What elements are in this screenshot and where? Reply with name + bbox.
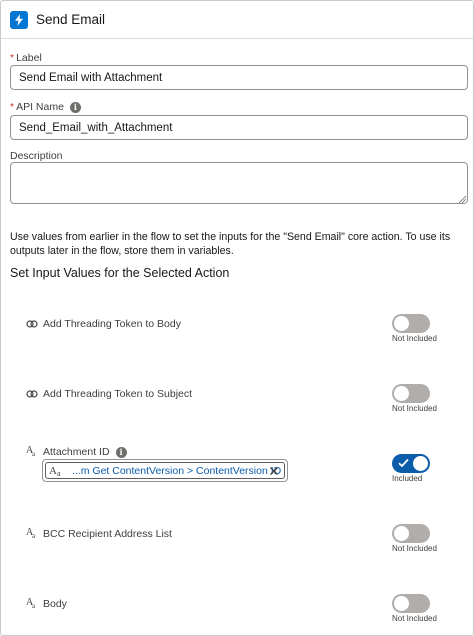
description-label-text: Description — [10, 150, 63, 162]
param-body: Aa Body — [25, 597, 67, 610]
help-text: Use values from earlier in the flow to s… — [10, 231, 451, 257]
resource-pill-label: ...m Get ContentVersion > ContentVersion… — [72, 464, 282, 477]
info-icon[interactable]: i — [115, 446, 127, 458]
description-field-label: Description — [10, 150, 63, 162]
label-input[interactable] — [10, 65, 468, 90]
description-textarea[interactable] — [10, 162, 468, 204]
panel-title: Send Email — [36, 12, 106, 27]
text-type-icon: Aa — [26, 597, 36, 610]
toggle-knob — [413, 456, 428, 471]
toggle-knob — [394, 386, 409, 401]
resource-pill[interactable]: A a ...m Get ContentVersion > ContentVer… — [45, 462, 285, 479]
param-label-text: Body — [43, 598, 67, 610]
text-type-icon: A a — [48, 464, 68, 477]
boolean-icon — [25, 320, 39, 328]
info-icon[interactable]: i — [69, 101, 81, 113]
param-label-text: Add Threading Token to Subject — [43, 388, 193, 400]
close-icon[interactable] — [269, 466, 279, 476]
api-name-label-text: API Name — [16, 101, 64, 113]
resize-grip-icon[interactable] — [459, 196, 466, 203]
toggle-add-threading-token-subject[interactable] — [392, 384, 430, 403]
check-icon — [398, 458, 409, 468]
attachment-id-input[interactable]: A a ...m Get ContentVersion > ContentVer… — [42, 459, 288, 482]
param-attachment-id: Aa Attachment ID i — [25, 445, 127, 458]
label-field-label-text: Label — [16, 52, 42, 64]
api-name-field-label: * API Name i — [10, 101, 81, 113]
toggle-caption: Not Included — [392, 544, 437, 553]
label-field-label: * Label — [10, 52, 42, 64]
description-wrapper — [1, 162, 473, 206]
panel-header: Send Email — [1, 1, 473, 39]
send-email-panel: Send Email * Label * API Name i Descript… — [0, 0, 474, 636]
param-add-threading-token-subject: Add Threading Token to Subject — [25, 388, 192, 400]
param-label-text: Attachment ID — [43, 446, 110, 458]
toggle-caption: Included — [392, 474, 423, 483]
toggle-caption: Not Included — [392, 404, 437, 413]
param-add-threading-token-body: Add Threading Token to Body — [25, 318, 181, 330]
toggle-knob — [394, 316, 409, 331]
svg-text:A: A — [49, 465, 57, 477]
toggle-caption: Not Included — [392, 334, 437, 343]
toggle-bcc-recipient-address-list[interactable] — [392, 524, 430, 543]
toggle-knob — [394, 596, 409, 611]
toggle-add-threading-token-body[interactable] — [392, 314, 430, 333]
param-label-text: Add Threading Token to Body — [43, 318, 181, 330]
section-title: Set Input Values for the Selected Action — [10, 266, 230, 280]
param-bcc-recipient-address-list: Aa BCC Recipient Address List — [25, 527, 172, 540]
param-label-text: BCC Recipient Address List — [43, 528, 172, 540]
required-marker: * — [10, 101, 15, 113]
toggle-knob — [394, 526, 409, 541]
text-type-icon: Aa — [26, 527, 36, 540]
text-type-icon: Aa — [26, 445, 36, 458]
lightning-bolt-icon — [10, 10, 28, 29]
toggle-attachment-id[interactable] — [392, 454, 430, 473]
api-name-input[interactable] — [10, 115, 468, 140]
toggle-body[interactable] — [392, 594, 430, 613]
boolean-icon — [25, 390, 39, 398]
required-marker: * — [10, 52, 15, 64]
svg-text:a: a — [57, 469, 61, 477]
toggle-caption: Not Included — [392, 614, 437, 623]
